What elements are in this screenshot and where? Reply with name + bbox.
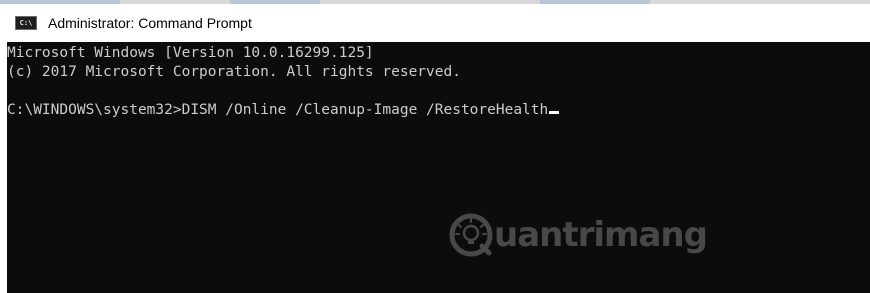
console-line-copyright: (c) 2017 Microsoft Corporation. All righ… xyxy=(7,64,461,80)
text-cursor xyxy=(549,111,560,114)
watermark-text: uantrimang xyxy=(494,215,708,255)
window-title: Administrator: Command Prompt xyxy=(48,15,252,31)
quantrimang-logo xyxy=(449,213,493,257)
console-area[interactable]: Microsoft Windows [Version 10.0.16299.12… xyxy=(7,42,870,293)
title-bar[interactable]: C:\ Administrator: Command Prompt xyxy=(0,4,870,42)
console-line-version: Microsoft Windows [Version 10.0.16299.12… xyxy=(7,45,374,61)
console-line-command: C:\WINDOWS\system32>DISM /Online /Cleanu… xyxy=(7,101,560,120)
command-text: C:\WINDOWS\system32>DISM /Online /Cleanu… xyxy=(7,102,549,118)
watermark: uantrimang xyxy=(449,213,708,257)
command-prompt-icon[interactable]: C:\ xyxy=(15,16,37,30)
command-prompt-window: C:\ Administrator: Command Prompt Micros… xyxy=(0,0,870,293)
